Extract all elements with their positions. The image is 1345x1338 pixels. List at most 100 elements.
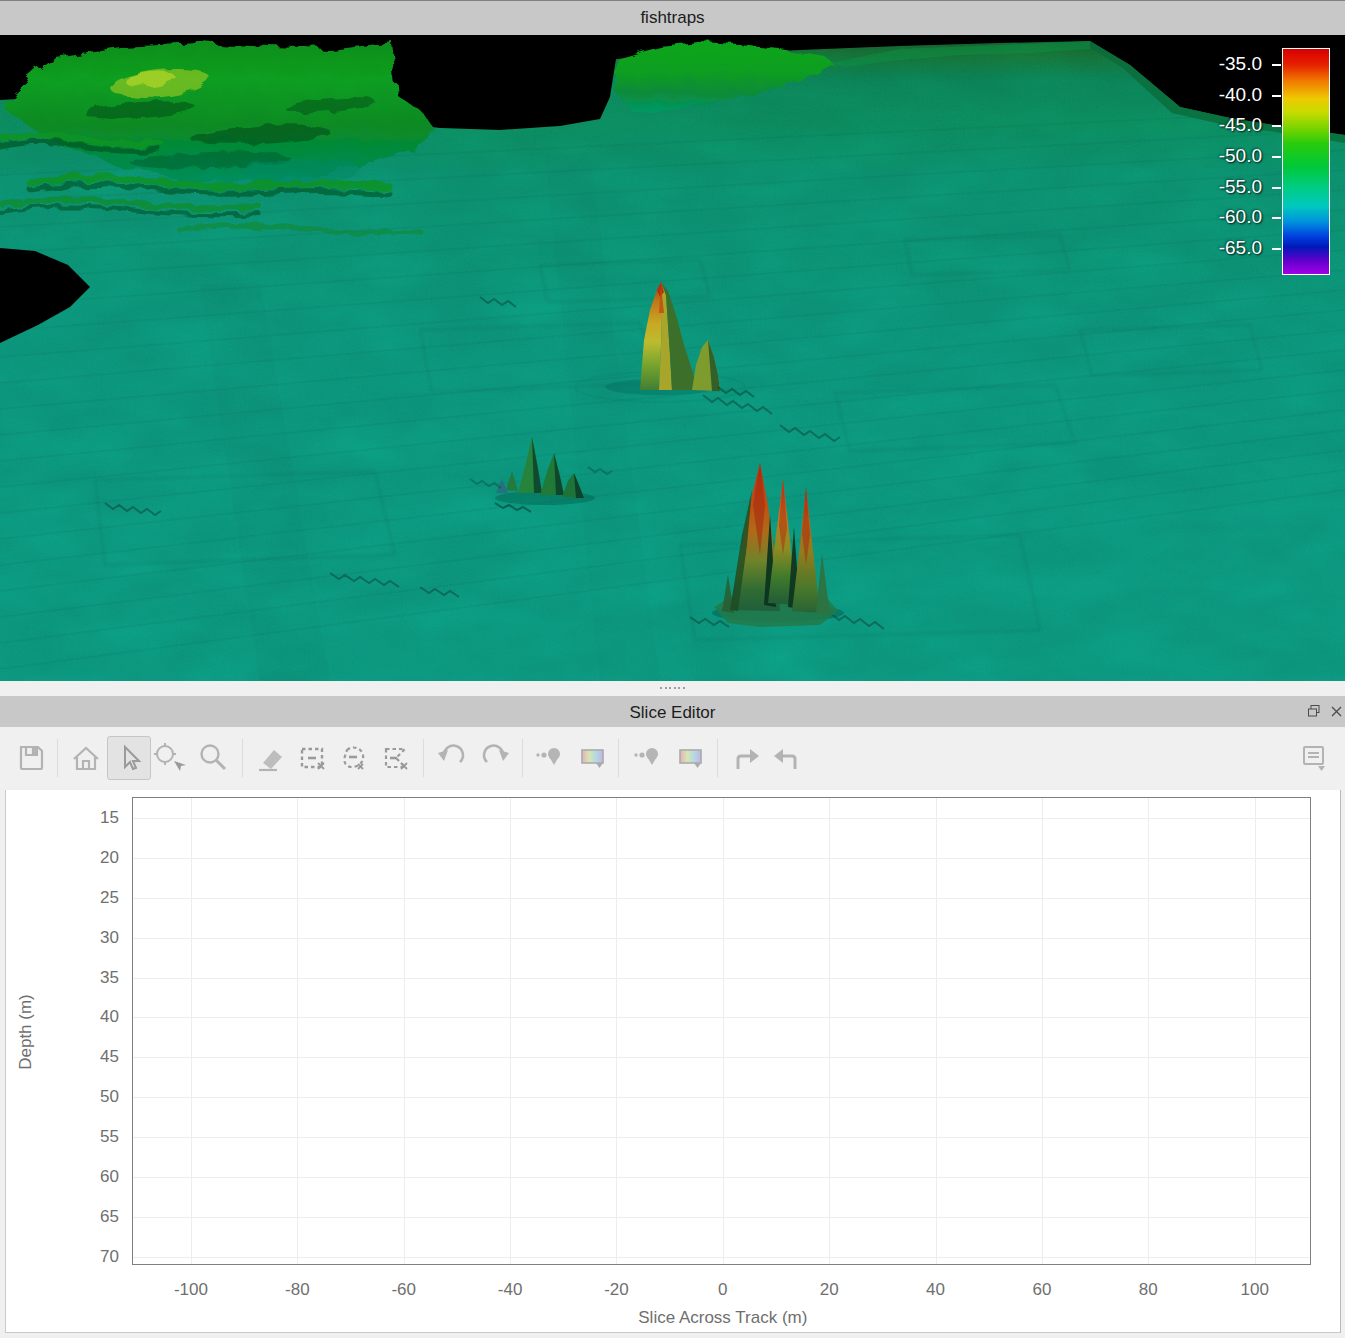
- gridline-x: [404, 798, 405, 1264]
- slice-editor-toolbar: [0, 727, 1345, 790]
- close-icon: [1330, 705, 1343, 718]
- close-button[interactable]: [1326, 700, 1345, 722]
- home-button[interactable]: [64, 736, 108, 780]
- y-tick-label: 70: [69, 1247, 119, 1267]
- gridline-x: [510, 798, 511, 1264]
- save-button[interactable]: [9, 736, 53, 780]
- slice-editor-title: Slice Editor: [0, 696, 1345, 729]
- legend-label: -45.0: [1170, 114, 1262, 136]
- x-axis-label: Slice Across Track (m): [593, 1308, 853, 1328]
- zoom-button[interactable]: [191, 736, 235, 780]
- reject-picks-icon: [631, 741, 665, 775]
- erase-polygon-icon: [378, 741, 412, 775]
- float-button[interactable]: [1304, 700, 1324, 722]
- gridline-y: [133, 1097, 1310, 1098]
- y-tick-label: 25: [69, 888, 119, 908]
- 3d-view-titlebar: fishtraps: [0, 0, 1345, 35]
- legend-label: -65.0: [1170, 237, 1262, 259]
- x-tick-label: -20: [581, 1280, 651, 1300]
- gridline-x: [723, 798, 724, 1264]
- x-tick-label: 20: [794, 1280, 864, 1300]
- dock-splitter[interactable]: [0, 681, 1345, 696]
- slice-chart-panel: Depth (m) -100-80-60-40-2002040608010015…: [5, 790, 1341, 1333]
- legend-label: -50.0: [1170, 145, 1262, 167]
- gridline-y: [133, 1017, 1310, 1018]
- redo-icon: [478, 741, 512, 775]
- legend-tick: [1272, 64, 1281, 66]
- y-tick-label: 65: [69, 1207, 119, 1227]
- y-tick-label: 50: [69, 1087, 119, 1107]
- legend-label: -60.0: [1170, 206, 1262, 228]
- x-tick-label: 60: [1007, 1280, 1077, 1300]
- gridline-y: [133, 938, 1310, 939]
- y-tick-label: 30: [69, 928, 119, 948]
- erase-button[interactable]: [248, 736, 292, 780]
- slice-editor-titlebar: Slice Editor: [0, 696, 1345, 727]
- splitter-dots: [660, 687, 662, 689]
- home-icon: [69, 741, 103, 775]
- splitter-dots: [669, 687, 671, 689]
- accept-area-button[interactable]: [570, 736, 614, 780]
- zoom-select-icon: [152, 741, 186, 775]
- gridline-y: [133, 978, 1310, 979]
- erase-lasso-icon: [336, 741, 370, 775]
- accept-area-icon: [575, 741, 609, 775]
- erase-lasso-button[interactable]: [331, 736, 375, 780]
- bathymetry-3d-view[interactable]: -35.0-40.0-45.0-50.0-55.0-60.0-65.0: [0, 35, 1345, 681]
- x-tick-label: 0: [688, 1280, 758, 1300]
- accept-picks-icon: [533, 741, 567, 775]
- slice-plot-area[interactable]: Depth (m) -100-80-60-40-2002040608010015…: [132, 797, 1311, 1265]
- save-icon: [14, 741, 48, 775]
- flag-forward-button[interactable]: [723, 736, 767, 780]
- y-tick-label: 35: [69, 968, 119, 988]
- gridline-y: [133, 858, 1310, 859]
- erase-polygon-button[interactable]: [373, 736, 417, 780]
- color-scale-bar: [1282, 48, 1330, 275]
- accept-picks-button[interactable]: [528, 736, 572, 780]
- y-tick-label: 15: [69, 808, 119, 828]
- gridline-x: [936, 798, 937, 1264]
- y-tick-label: 60: [69, 1167, 119, 1187]
- legend-tick: [1272, 217, 1281, 219]
- float-icon: [1307, 704, 1321, 718]
- y-tick-label: 45: [69, 1047, 119, 1067]
- y-axis-label: Depth (m): [16, 994, 36, 1070]
- x-tick-label: -100: [156, 1280, 226, 1300]
- gridline-y: [133, 898, 1310, 899]
- zoom-select-button[interactable]: [147, 736, 191, 780]
- gridline-x: [616, 798, 617, 1264]
- gridline-y: [133, 1057, 1310, 1058]
- reject-area-button[interactable]: [668, 736, 712, 780]
- x-tick-label: -40: [475, 1280, 545, 1300]
- x-tick-label: 80: [1113, 1280, 1183, 1300]
- gridline-x: [829, 798, 830, 1264]
- flag-back-button[interactable]: [765, 736, 809, 780]
- splitter-dots: [678, 687, 680, 689]
- legend-tick: [1272, 187, 1281, 189]
- select-cursor-button[interactable]: [107, 736, 151, 780]
- notes-button[interactable]: [1291, 736, 1335, 780]
- flag-forward-icon: [728, 741, 762, 775]
- x-tick-label: 100: [1220, 1280, 1290, 1300]
- reject-picks-button[interactable]: [626, 736, 670, 780]
- gridline-x: [1255, 798, 1256, 1264]
- application-window: fishtraps: [0, 0, 1345, 1338]
- splitter-dots: [683, 687, 685, 689]
- gridline-x: [1148, 798, 1149, 1264]
- gridline-x: [297, 798, 298, 1264]
- x-tick-label: -80: [262, 1280, 332, 1300]
- legend-tick: [1272, 156, 1281, 158]
- reject-area-icon: [673, 741, 707, 775]
- y-tick-label: 55: [69, 1127, 119, 1147]
- erase-rectangle-button[interactable]: [290, 736, 334, 780]
- legend-label: -35.0: [1170, 53, 1262, 75]
- erase-rectangle-icon: [295, 741, 329, 775]
- undo-button[interactable]: [430, 736, 474, 780]
- y-tick-label: 20: [69, 848, 119, 868]
- legend-label: -55.0: [1170, 176, 1262, 198]
- redo-button[interactable]: [473, 736, 517, 780]
- 3d-view-title: fishtraps: [0, 1, 1345, 34]
- magnifier-icon: [196, 741, 230, 775]
- legend-tick: [1272, 125, 1281, 127]
- gridline-y: [133, 818, 1310, 819]
